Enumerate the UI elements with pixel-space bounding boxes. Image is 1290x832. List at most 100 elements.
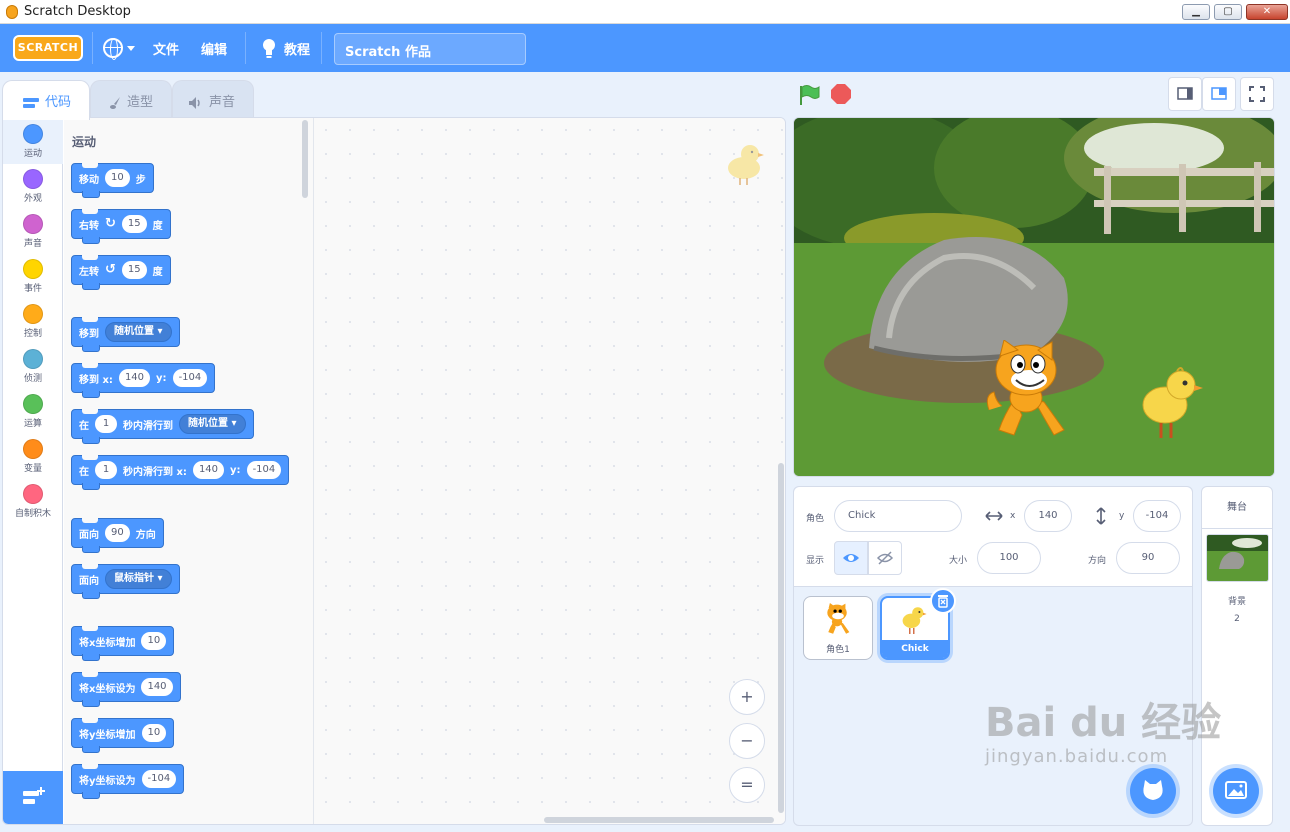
block-set-x[interactable]: 将x坐标设为 140 [71,672,181,707]
block-input[interactable]: -104 [246,461,282,479]
choose-sprite-button[interactable] [1130,768,1176,814]
category-events[interactable]: 事件 [3,255,63,299]
language-globe-icon[interactable] [103,38,123,60]
y-position-input[interactable]: -104 [1133,500,1181,532]
category-sensing[interactable]: 侦测 [3,345,63,389]
category-operators[interactable]: 运算 [3,390,63,434]
block-glide-to[interactable]: 在 1 秒内滑行到 随机位置 [71,409,254,444]
category-label: 变量 [23,464,42,474]
block-move-steps[interactable]: 移动 10 步 [71,163,154,198]
sprite-thumb-cat[interactable]: 角色1 [803,596,873,660]
block-point-towards[interactable]: 面向 鼠标指针 [71,564,180,599]
block-input[interactable]: -104 [172,369,208,387]
backdrop-thumbnail[interactable] [1206,534,1269,582]
small-stage-button[interactable] [1168,77,1202,111]
block-point-direction[interactable]: 面向 90 方向 [71,518,164,553]
block-dropdown[interactable]: 随机位置 [105,322,172,342]
hide-sprite-button[interactable] [868,541,902,575]
operators-dot-icon [23,394,43,414]
file-menu[interactable]: 文件 [153,39,179,58]
backdrop-thumbnail-image [1207,535,1268,581]
block-text: 将y坐标增加 [79,729,136,741]
show-sprite-button[interactable] [834,541,868,575]
block-input[interactable]: 1 [95,461,117,479]
block-set-y[interactable]: 将y坐标设为 -104 [71,764,185,799]
zoom-out-button[interactable]: − [729,723,765,759]
block-text: y: [230,464,241,476]
block-turn-left[interactable]: 左转 ↺ 15 度 [71,255,171,290]
edit-menu[interactable]: 编辑 [201,39,227,58]
block-input[interactable]: 140 [192,461,225,479]
size-input[interactable]: 100 [977,542,1041,574]
block-input[interactable]: 140 [118,369,151,387]
workspace-horizontal-scrollbar[interactable] [544,817,774,823]
category-sound[interactable]: 声音 [3,210,63,254]
direction-input[interactable]: 90 [1116,542,1180,574]
workspace-vertical-scrollbar[interactable] [778,463,784,813]
block-input[interactable]: 15 [121,215,147,233]
block-text: 将x坐标设为 [79,683,136,695]
control-dot-icon [23,304,43,324]
block-input[interactable]: 140 [141,678,173,696]
stop-icon[interactable] [831,84,851,104]
category-my-blocks[interactable]: 自制积木 [3,480,63,524]
fullscreen-button[interactable] [1240,77,1274,111]
block-goto[interactable]: 移到 随机位置 [71,317,180,352]
palette-scrollbar[interactable] [302,120,308,198]
minimize-button[interactable]: ▁ [1182,4,1210,20]
block-text: 在 [79,466,89,478]
x-position-input[interactable]: 140 [1024,500,1072,532]
maximize-button[interactable]: ▢ [1214,4,1242,20]
category-label: 运动 [23,149,42,159]
green-flag-icon[interactable] [798,84,820,106]
block-goto-xy[interactable]: 移到 x: 140 y: -104 [71,363,216,398]
block-input[interactable]: 90 [105,524,130,542]
chevron-down-icon[interactable] [127,46,135,51]
block-input[interactable]: 10 [141,724,167,742]
zoom-reset-button[interactable]: = [729,767,765,803]
tab-code[interactable]: 代码 [2,80,90,120]
block-input[interactable]: 10 [105,169,130,187]
menu-separator [92,32,93,64]
close-button[interactable]: ✕ [1246,4,1288,20]
normal-stage-button[interactable] [1202,77,1236,111]
block-input[interactable]: 15 [121,261,147,279]
project-title-input[interactable]: Scratch 作品 [334,33,526,65]
block-input[interactable]: 1 [95,415,117,433]
block-input[interactable]: -104 [141,770,177,788]
block-turn-right[interactable]: 右转 ↻ 15 度 [71,209,171,244]
category-motion[interactable]: 运动 [3,120,63,164]
block-text: 面向 [79,575,99,587]
block-dropdown[interactable]: 鼠标指针 [105,569,172,589]
tab-costumes[interactable]: 造型 [90,80,172,118]
script-workspace[interactable]: + − = [314,118,785,824]
zoom-in-button[interactable]: + [729,679,765,715]
code-editor: 运动 外观 声音 事件 控制 侦测 运算 变量 自制积木 运动 移动 10 步 … [2,117,786,825]
tab-sounds[interactable]: 声音 [172,80,254,118]
category-control[interactable]: 控制 [3,300,63,344]
lightbulb-icon[interactable] [261,37,277,59]
add-extension-button[interactable] [3,771,63,824]
block-dropdown[interactable]: 随机位置 [179,414,246,434]
sensing-dot-icon [23,349,43,369]
tutorials-menu[interactable]: 教程 [284,39,310,58]
sprite-thumb-name: 角色1 [826,645,850,655]
backdrops-count: 2 [1234,614,1240,624]
scratch-logo[interactable]: SCRATCH [13,35,83,61]
delete-sprite-button[interactable] [930,588,956,614]
block-change-x[interactable]: 将x坐标增加 10 [71,626,175,661]
block-text: 移到 [79,328,99,340]
block-palette: 运动 移动 10 步 右转 ↻ 15 度 左转 ↺ 15 度 移到 随机位置 移… [64,118,314,824]
block-input[interactable]: 10 [141,632,167,650]
stage-canvas[interactable] [793,117,1275,477]
add-extension-icon [23,787,45,804]
category-looks[interactable]: 外观 [3,165,63,209]
choose-backdrop-button[interactable] [1213,768,1259,814]
category-variables[interactable]: 变量 [3,435,63,479]
x-label: x [1010,511,1016,521]
rotate-clockwise-icon: ↻ [105,216,116,231]
sprite-chick-icon [1142,367,1203,438]
block-change-y[interactable]: 将y坐标增加 10 [71,718,175,753]
sprite-name-input[interactable]: Chick [834,500,962,532]
block-glide-xy[interactable]: 在 1 秒内滑行到 x: 140 y: -104 [71,455,290,490]
